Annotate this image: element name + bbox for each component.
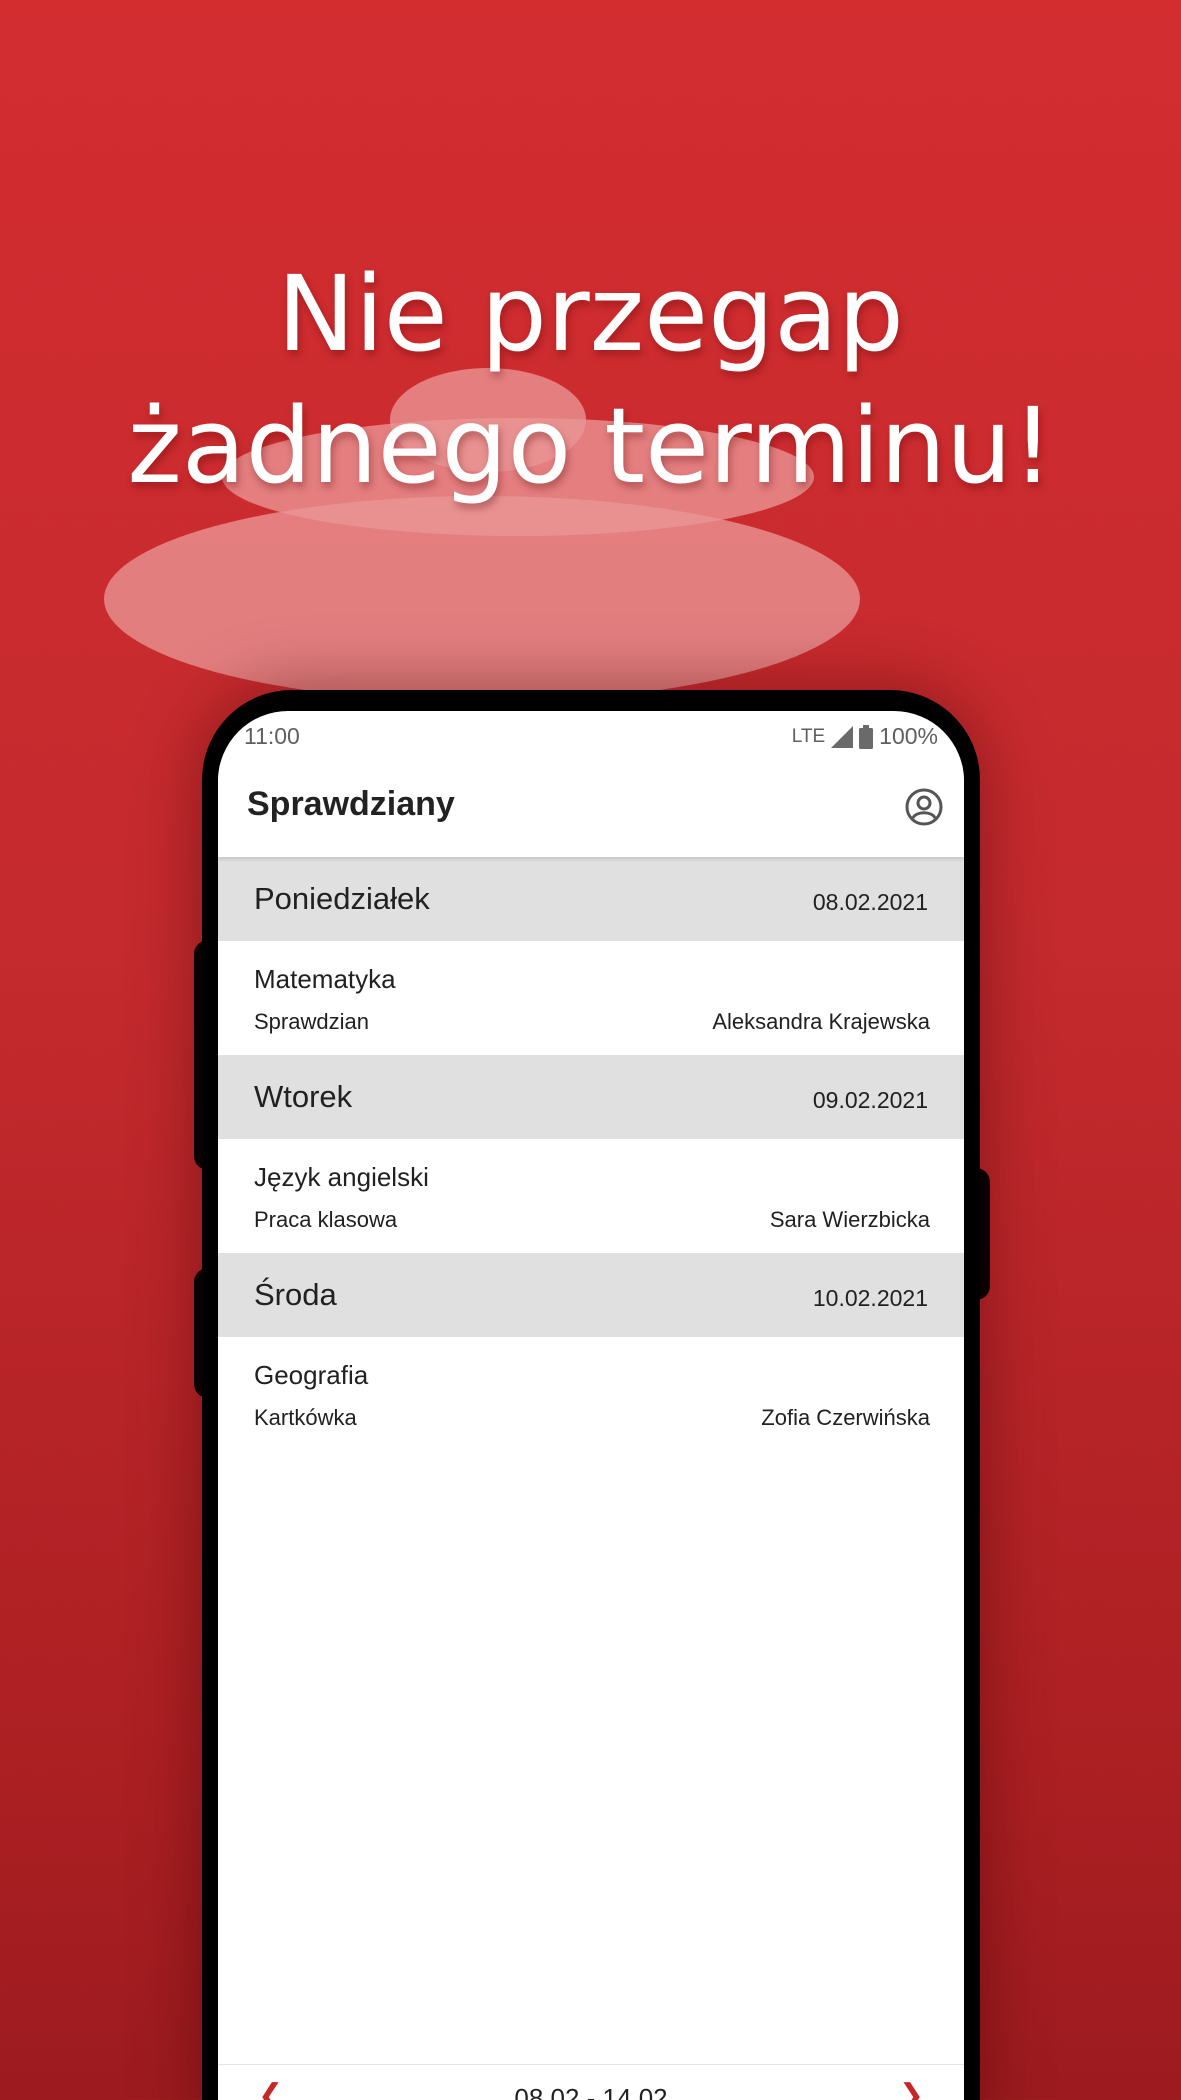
headline-line-1: Nie przegap	[277, 253, 904, 375]
chevron-right-icon[interactable]: ❯	[899, 2081, 924, 2100]
exam-type: Praca klasowa	[254, 1207, 398, 1232]
headline-line-2: żadnego terminu!	[127, 385, 1054, 507]
week-navigation: ❮ 08.02 - 14.02 ❯	[218, 2065, 964, 2100]
day-name: Poniedziałek	[254, 881, 430, 916]
exam-list: Poniedziałek 08.02.2021 Matematyka Spraw…	[218, 857, 964, 1451]
exam-teacher: Zofia Czerwińska	[761, 1405, 930, 1430]
day-date: 10.02.2021	[812, 1285, 928, 1311]
account-circle-icon[interactable]	[904, 787, 944, 827]
day-header: Środa 10.02.2021	[218, 1253, 964, 1337]
exam-subject: Matematyka	[254, 964, 396, 994]
day-header: Wtorek 09.02.2021	[218, 1055, 964, 1139]
exam-subject: Geografia	[254, 1360, 369, 1390]
day-header: Poniedziałek 08.02.2021	[218, 857, 964, 941]
promo-headline: Nie przegap żadnego terminu!	[0, 248, 1181, 512]
battery-level: 100%	[879, 723, 938, 749]
day-name: Środa	[254, 1277, 337, 1312]
exam-type: Kartkówka	[254, 1405, 357, 1430]
week-range[interactable]: 08.02 - 14.02	[218, 2083, 964, 2100]
exam-list-item[interactable]: Język angielski Praca klasowa Sara Wierz…	[218, 1139, 964, 1253]
battery-icon	[859, 724, 874, 749]
status-time: 11:00	[244, 723, 300, 749]
page-title: Sprawdziany	[247, 785, 455, 823]
exam-type: Sprawdzian	[254, 1009, 369, 1034]
day-date: 08.02.2021	[812, 889, 928, 915]
status-indicators: LTE 100%	[792, 723, 938, 750]
phone-screen: 11:00 LTE 100% Sprawdziany Poniedziałek …	[218, 711, 964, 2100]
exam-list-item[interactable]: Matematyka Sprawdzian Aleksandra Krajews…	[218, 941, 964, 1055]
exam-teacher: Sara Wierzbicka	[769, 1207, 930, 1232]
status-bar: 11:00 LTE 100%	[218, 711, 964, 765]
day-name: Wtorek	[254, 1079, 353, 1114]
exam-teacher: Aleksandra Krajewska	[712, 1009, 930, 1034]
exam-subject: Język angielski	[254, 1162, 429, 1192]
day-date: 09.02.2021	[812, 1087, 928, 1113]
network-type: LTE	[791, 725, 826, 747]
exam-list-item[interactable]: Geografia Kartkówka Zofia Czerwińska	[218, 1337, 964, 1451]
app-bar: Sprawdziany	[218, 765, 964, 857]
signal-icon	[831, 725, 854, 748]
